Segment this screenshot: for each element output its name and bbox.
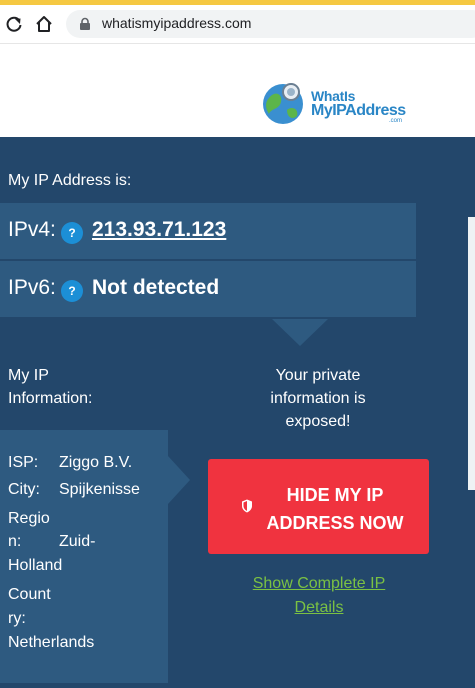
isp-value: Ziggo B.V. xyxy=(59,454,133,471)
help-icon[interactable]: ? xyxy=(61,222,83,244)
reload-icon[interactable] xyxy=(4,14,24,34)
my-ip-title: My IP Address is: xyxy=(8,172,132,189)
info-box-pointer xyxy=(168,456,190,504)
show-complete-details-link[interactable]: Show Complete IP Details xyxy=(236,572,402,620)
ipv6-label: IPv6: xyxy=(8,276,56,299)
city-label: City: xyxy=(8,481,40,498)
ipv6-value: Not detected xyxy=(92,276,220,299)
globe-logo-icon xyxy=(263,83,303,124)
address-bar[interactable]: whatismyipaddress.com xyxy=(66,10,475,38)
ipv4-value-link[interactable]: 213.93.71.123 xyxy=(92,218,226,242)
logo-text-dot-com: .com xyxy=(389,118,403,124)
ipv6-row: IPv6: ? Not detected xyxy=(0,261,416,317)
region-value-line2: Holland xyxy=(8,557,63,574)
ip-information-box: ISP: Ziggo B.V. City: Spijkenisse Regio … xyxy=(0,430,168,683)
side-content-edge xyxy=(468,217,475,490)
callout-pointer xyxy=(272,319,328,346)
isp-label: ISP: xyxy=(8,454,39,471)
site-header: WhatIs MyIPAddress .com xyxy=(0,43,475,137)
region-label-line2: n: xyxy=(8,533,22,550)
exposure-warning-text: Your private information is exposed! xyxy=(270,367,366,430)
help-icon[interactable]: ? xyxy=(61,280,83,302)
hide-my-ip-button-label[interactable]: HIDE MY IP ADDRESS NOW xyxy=(260,481,410,537)
url-text[interactable]: whatismyipaddress.com xyxy=(102,15,251,31)
shield-icon xyxy=(242,499,252,513)
country-label-line1: Count xyxy=(8,586,51,603)
browser-toolbar: whatismyipaddress.com xyxy=(0,5,475,43)
ipv4-label: IPv4: xyxy=(8,218,56,241)
region-value-line1: Zuid- xyxy=(59,533,96,550)
hide-my-ip-button[interactable]: HIDE MY IP ADDRESS NOW xyxy=(208,459,429,554)
city-value: Spijkenisse xyxy=(59,481,140,498)
ip-information-title: My IP Information: xyxy=(8,367,93,407)
lock-icon[interactable] xyxy=(78,17,92,31)
country-value: Netherlands xyxy=(8,634,95,651)
country-label-line2: ry: xyxy=(8,610,26,627)
region-label-line1: Regio xyxy=(8,510,50,527)
site-logo[interactable]: WhatIs MyIPAddress .com xyxy=(261,80,411,130)
ipv4-row: IPv4: ? 213.93.71.123 xyxy=(0,203,416,259)
home-icon[interactable] xyxy=(34,14,54,34)
